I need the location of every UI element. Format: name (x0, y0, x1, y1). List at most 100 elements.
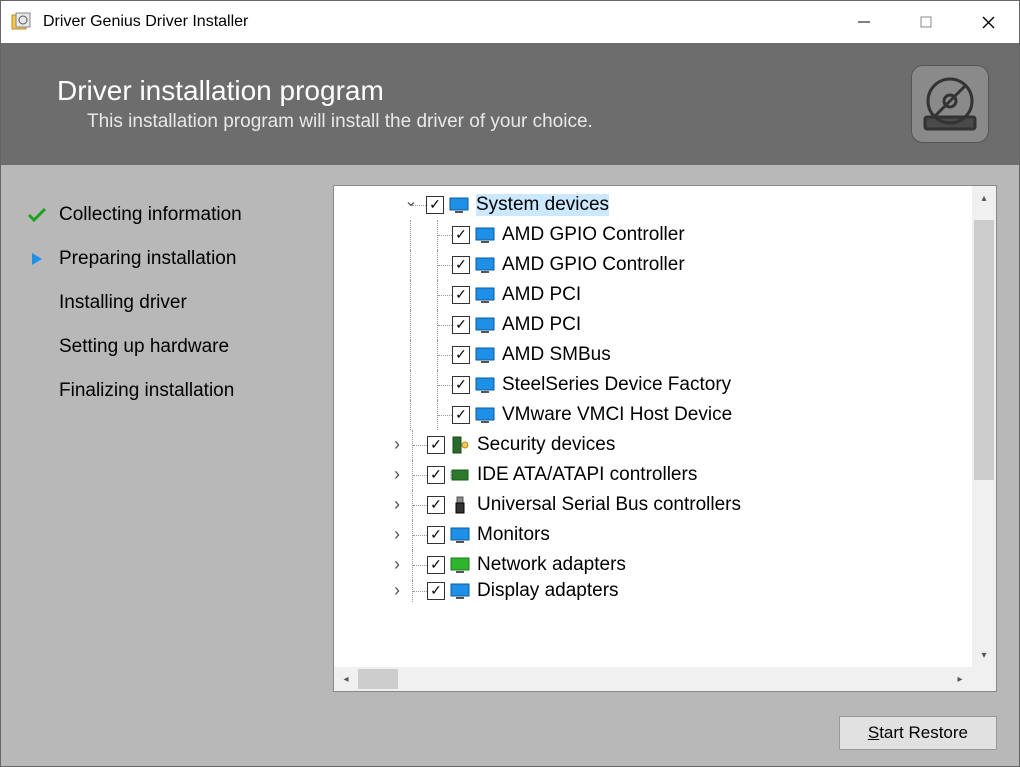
scroll-corner (972, 667, 996, 691)
tree-label[interactable]: Universal Serial Bus controllers (477, 494, 741, 516)
tree-label[interactable]: AMD PCI (502, 284, 581, 306)
scroll-track[interactable] (358, 667, 948, 691)
checkbox[interactable] (427, 556, 445, 574)
tree-label[interactable]: SteelSeries Device Factory (502, 374, 731, 396)
start-restore-button[interactable]: Start Restore (839, 716, 997, 750)
scroll-down-button[interactable]: ▾ (972, 643, 996, 667)
monitor-icon (449, 526, 471, 544)
scroll-left-button[interactable]: ◂ (334, 667, 358, 691)
checkbox[interactable] (452, 346, 470, 364)
tree-label[interactable]: Display adapters (477, 580, 619, 602)
monitor-icon (474, 256, 496, 274)
tree-category-display[interactable]: Display adapters (342, 580, 972, 602)
content-area: Collecting information Preparing install… (1, 165, 1019, 710)
monitor-icon (474, 226, 496, 244)
checkbox[interactable] (452, 226, 470, 244)
chevron-right-icon[interactable] (390, 440, 404, 450)
tree-label[interactable]: AMD GPIO Controller (502, 254, 685, 276)
step-label: Finalizing installation (59, 380, 234, 402)
maximize-button[interactable] (895, 1, 957, 43)
tree-label[interactable]: AMD GPIO Controller (502, 224, 685, 246)
tree-label[interactable]: VMware VMCI Host Device (502, 404, 732, 426)
installer-window: Driver Genius Driver Installer Driver in… (0, 0, 1020, 767)
tree-label[interactable]: System devices (476, 194, 609, 216)
checkbox[interactable] (427, 526, 445, 544)
checkbox[interactable] (452, 256, 470, 274)
checkbox[interactable] (452, 316, 470, 334)
tree-root-system-devices[interactable]: System devices (342, 190, 972, 220)
driver-disk-icon (911, 65, 989, 143)
monitor-icon (474, 316, 496, 334)
checkbox[interactable] (427, 436, 445, 454)
tree-category-ide[interactable]: IDE ATA/ATAPI controllers (342, 460, 972, 490)
checkbox[interactable] (452, 286, 470, 304)
chevron-down-icon[interactable] (404, 200, 418, 210)
scroll-track[interactable] (972, 210, 996, 643)
monitor-icon (449, 582, 471, 600)
monitor-icon (474, 376, 496, 394)
tree-item[interactable]: AMD PCI (342, 310, 972, 340)
checkbox[interactable] (427, 466, 445, 484)
horizontal-scrollbar[interactable]: ◂ ▸ (334, 667, 972, 691)
tree-label[interactable]: Network adapters (477, 554, 626, 576)
chevron-right-icon[interactable] (390, 586, 404, 596)
tree-item[interactable]: AMD GPIO Controller (342, 250, 972, 280)
tree-label[interactable]: Security devices (477, 434, 615, 456)
tree-label[interactable]: Monitors (477, 524, 550, 546)
chevron-right-icon[interactable] (390, 470, 404, 480)
device-tree-panel: System devices AMD GPIO Controller AMD G… (333, 185, 997, 692)
tree-category-security[interactable]: Security devices (342, 430, 972, 460)
chevron-right-icon[interactable] (390, 530, 404, 540)
tree-item[interactable]: AMD PCI (342, 280, 972, 310)
footer: Start Restore (1, 710, 1019, 766)
step-label: Collecting information (59, 204, 242, 226)
vertical-scrollbar[interactable]: ▴ ▾ (972, 186, 996, 667)
tree-item[interactable]: AMD SMBus (342, 340, 972, 370)
header-banner: Driver installation program This install… (1, 43, 1019, 165)
checkbox[interactable] (426, 196, 444, 214)
step-collecting: Collecting information (23, 193, 333, 237)
scroll-right-button[interactable]: ▸ (948, 667, 972, 691)
checkbox[interactable] (452, 406, 470, 424)
checkbox[interactable] (427, 582, 445, 600)
step-label: Preparing installation (59, 248, 236, 270)
tree-item[interactable]: SteelSeries Device Factory (342, 370, 972, 400)
step-label: Installing driver (59, 292, 187, 314)
tree-category-usb[interactable]: Universal Serial Bus controllers (342, 490, 972, 520)
scroll-thumb[interactable] (974, 220, 994, 480)
tree-item[interactable]: VMware VMCI Host Device (342, 400, 972, 430)
checkbox[interactable] (427, 496, 445, 514)
network-icon (449, 556, 471, 574)
tree-category-network[interactable]: Network adapters (342, 550, 972, 580)
step-hardware: Setting up hardware (23, 325, 333, 369)
security-icon (449, 436, 471, 454)
close-button[interactable] (957, 1, 1019, 43)
titlebar: Driver Genius Driver Installer (1, 1, 1019, 43)
window-controls (833, 1, 1019, 43)
play-icon (23, 251, 51, 267)
scroll-thumb[interactable] (358, 669, 398, 689)
window-title: Driver Genius Driver Installer (43, 13, 833, 31)
usb-icon (449, 496, 471, 514)
tree-label[interactable]: AMD SMBus (502, 344, 611, 366)
chevron-right-icon[interactable] (390, 560, 404, 570)
chevron-right-icon[interactable] (390, 500, 404, 510)
device-tree[interactable]: System devices AMD GPIO Controller AMD G… (334, 186, 996, 691)
checkbox[interactable] (452, 376, 470, 394)
header-title: Driver installation program (57, 75, 911, 107)
tree-label[interactable]: IDE ATA/ATAPI controllers (477, 464, 697, 486)
tree-category-monitors[interactable]: Monitors (342, 520, 972, 550)
tree-item[interactable]: AMD GPIO Controller (342, 220, 972, 250)
scroll-up-button[interactable]: ▴ (972, 186, 996, 210)
step-installing: Installing driver (23, 281, 333, 325)
app-icon (11, 12, 31, 32)
monitor-icon (474, 406, 496, 424)
step-finalizing: Finalizing installation (23, 369, 333, 413)
header-subtitle: This installation program will install t… (57, 111, 911, 133)
monitor-icon (448, 196, 470, 214)
step-preparing: Preparing installation (23, 237, 333, 281)
minimize-button[interactable] (833, 1, 895, 43)
monitor-icon (474, 346, 496, 364)
tree-label[interactable]: AMD PCI (502, 314, 581, 336)
step-label: Setting up hardware (59, 336, 229, 358)
